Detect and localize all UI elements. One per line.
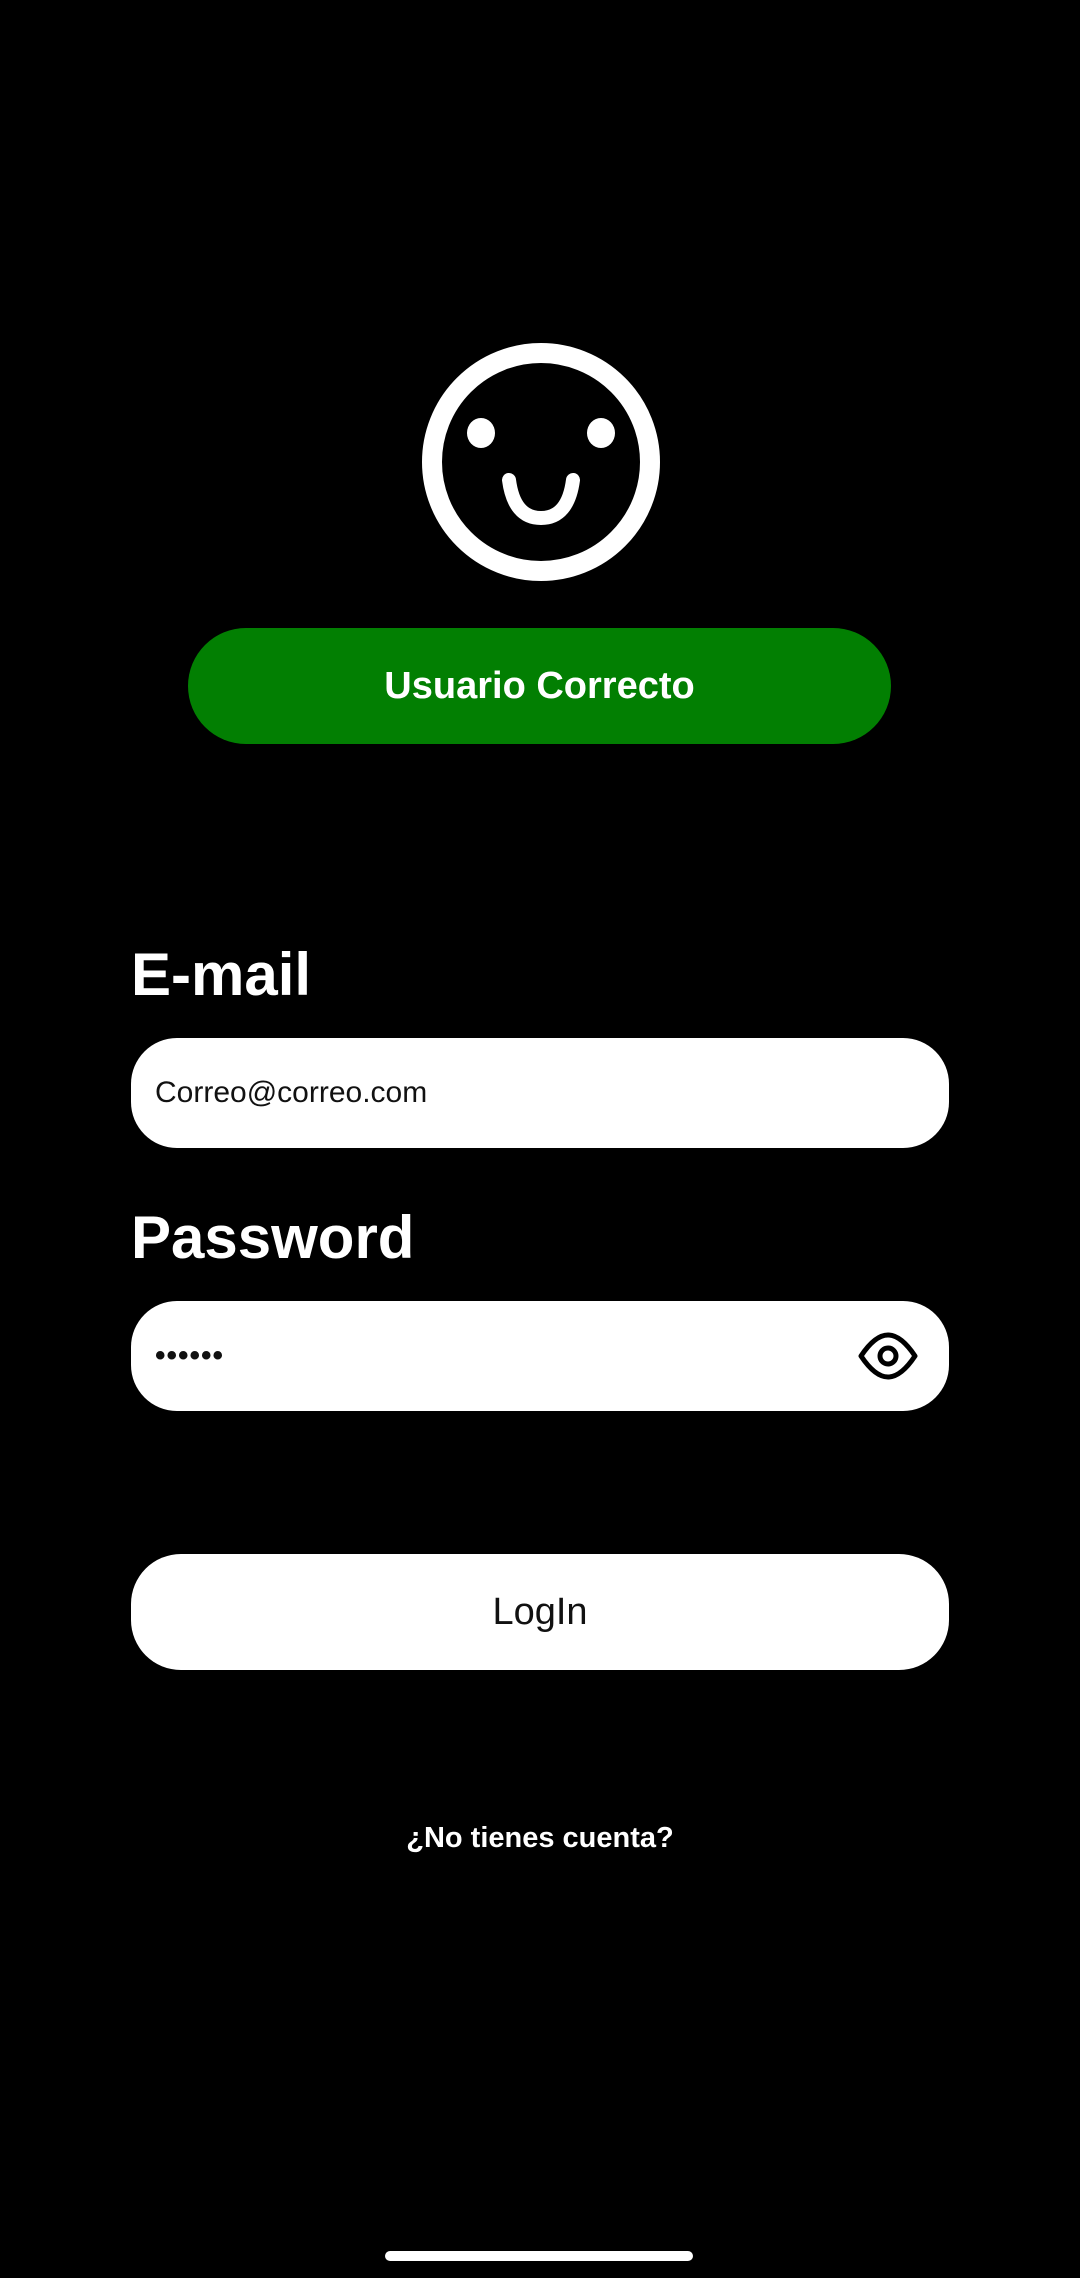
- eye-icon[interactable]: [857, 1331, 919, 1381]
- home-indicator[interactable]: [385, 2251, 693, 2261]
- email-value: Correo@correo.com: [155, 1076, 428, 1109]
- signup-link[interactable]: ¿No tienes cuenta?: [0, 1822, 1080, 1855]
- email-label: E-mail: [131, 941, 312, 1008]
- login-button[interactable]: LogIn: [131, 1554, 949, 1670]
- smiley-face-icon: [422, 343, 660, 581]
- password-label: Password: [131, 1204, 415, 1271]
- password-value: ••••••: [155, 1339, 225, 1372]
- password-input[interactable]: ••••••: [131, 1301, 949, 1411]
- email-input[interactable]: Correo@correo.com: [131, 1038, 949, 1148]
- status-badge-label: Usuario Correcto: [384, 664, 695, 707]
- status-badge: Usuario Correcto: [188, 628, 891, 744]
